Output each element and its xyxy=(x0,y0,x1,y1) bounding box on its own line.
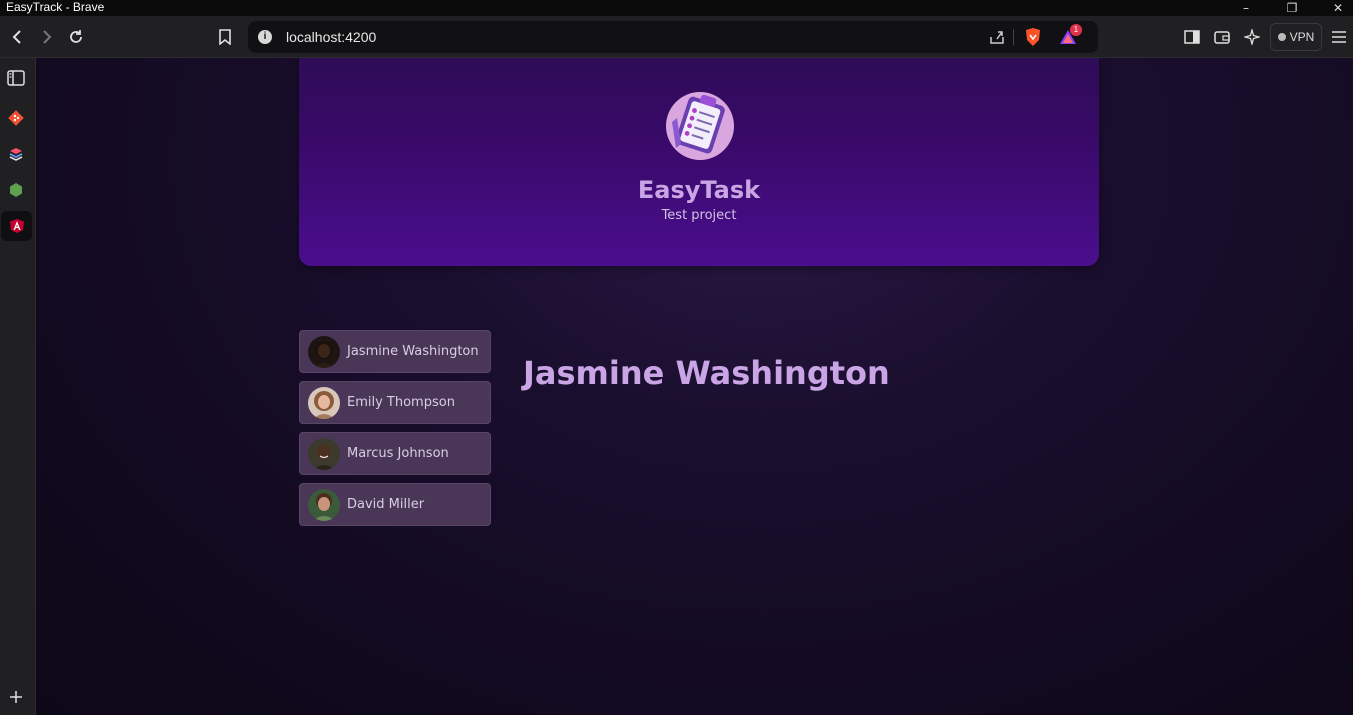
leo-ai-icon[interactable] xyxy=(1240,25,1264,49)
wallet-icon[interactable] xyxy=(1210,25,1234,49)
site-info-icon[interactable]: i xyxy=(258,30,272,44)
user-button[interactable]: Emily Thompson xyxy=(299,381,491,424)
user-name: Marcus Johnson xyxy=(347,446,449,461)
app-subtitle: Test project xyxy=(661,208,737,223)
app-header: EasyTask Test project xyxy=(299,58,1099,266)
address-bar[interactable]: i localhost:4200 1 xyxy=(248,21,1098,53)
back-icon[interactable] xyxy=(6,25,30,49)
user-name: David Miller xyxy=(347,497,425,512)
app-title: EasyTask xyxy=(637,176,761,204)
selected-user-heading: Jasmine Washington xyxy=(523,354,890,392)
brave-rewards-icon[interactable]: 1 xyxy=(1058,24,1082,51)
add-sidebar-item-icon[interactable] xyxy=(0,682,31,712)
user-button[interactable]: Marcus Johnson xyxy=(299,432,491,475)
vpn-button[interactable]: VPN xyxy=(1270,23,1322,51)
user-list: Jasmine Washington Emily Thompson Marcus… xyxy=(299,330,491,534)
url-text[interactable]: localhost:4200 xyxy=(286,29,376,45)
page-viewport: EasyTask Test project Jasmine Washington… xyxy=(36,58,1353,715)
avatar xyxy=(308,387,340,419)
sidebar-toggle-icon[interactable] xyxy=(1180,25,1204,49)
clipboard-logo-icon xyxy=(664,88,736,160)
avatar xyxy=(308,438,340,470)
minimize-icon[interactable]: – xyxy=(1223,0,1269,16)
sidebar-panel-icon[interactable] xyxy=(0,63,31,93)
rewards-badge: 1 xyxy=(1070,24,1082,36)
avatar xyxy=(308,489,340,521)
browser-sidebar xyxy=(0,58,36,715)
window-title: EasyTrack - Brave xyxy=(6,0,105,14)
bookmark-icon[interactable] xyxy=(213,25,237,49)
nodejs-icon[interactable] xyxy=(0,175,31,205)
git-icon[interactable] xyxy=(0,103,31,133)
restore-icon[interactable]: ❐ xyxy=(1269,0,1315,16)
vpn-label: VPN xyxy=(1289,30,1315,44)
share-icon[interactable] xyxy=(988,28,1006,50)
vpn-status-icon xyxy=(1277,33,1286,41)
user-name: Jasmine Washington xyxy=(347,344,479,359)
angular-icon[interactable] xyxy=(1,211,32,241)
user-button[interactable]: Jasmine Washington xyxy=(299,330,491,373)
user-name: Emily Thompson xyxy=(347,395,455,410)
browser-toolbar: i localhost:4200 1 VPN xyxy=(0,16,1353,58)
url-divider xyxy=(1013,29,1014,45)
close-icon[interactable]: ✕ xyxy=(1315,0,1353,16)
brave-shields-icon[interactable] xyxy=(1024,27,1042,51)
forward-icon[interactable] xyxy=(34,25,58,49)
reload-icon[interactable] xyxy=(64,25,88,49)
menu-icon[interactable] xyxy=(1327,25,1351,49)
avatar xyxy=(308,336,340,368)
layers-app-icon[interactable] xyxy=(0,139,31,169)
user-button[interactable]: David Miller xyxy=(299,483,491,526)
window-title-bar: EasyTrack - Brave – ❐ ✕ xyxy=(0,0,1353,16)
